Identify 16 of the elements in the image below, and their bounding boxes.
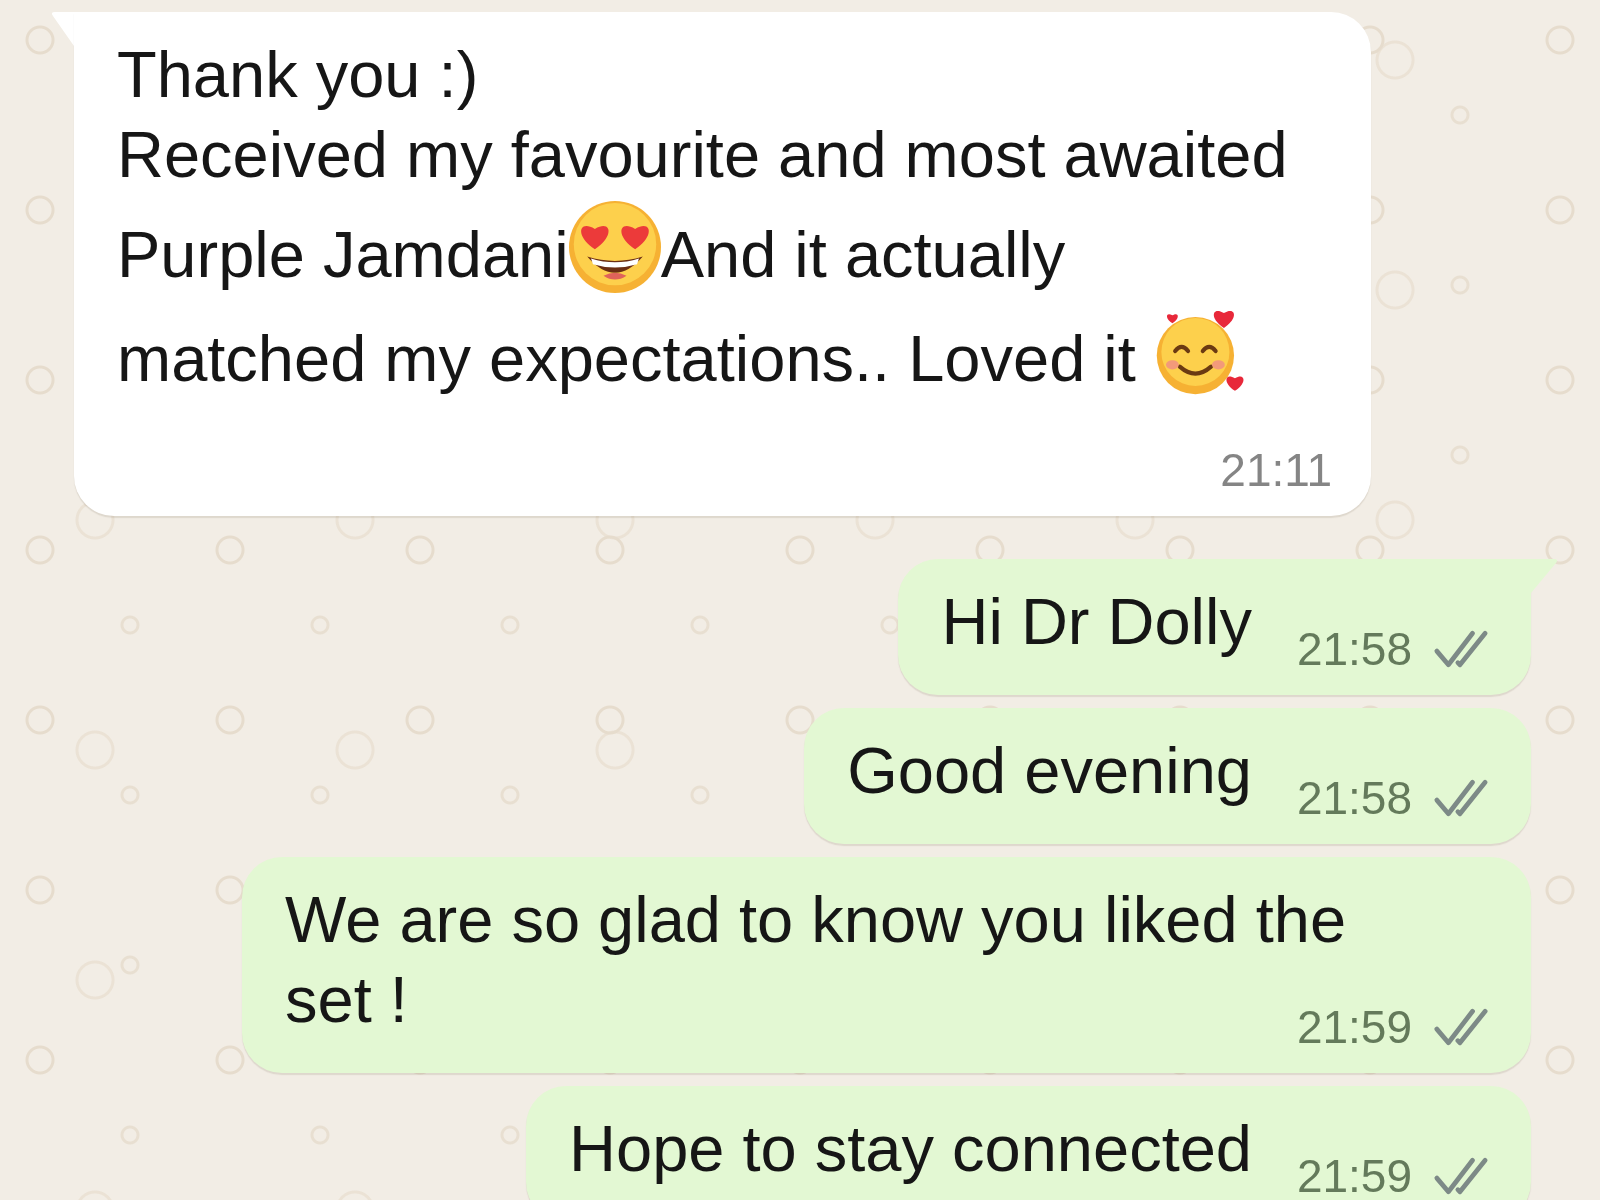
message-text: And it actually xyxy=(660,218,1066,291)
message-text: set ! xyxy=(285,963,408,1036)
message-time: 21:58 xyxy=(1296,626,1412,672)
message-time: 21:59 xyxy=(1296,1153,1412,1199)
heart-eyes-face-icon xyxy=(568,201,661,293)
message-text: Hope to stay connected xyxy=(569,1112,1252,1185)
message-text: Purple Jamdani xyxy=(117,218,569,291)
message-time: 21:58 xyxy=(1296,775,1412,821)
message-text: Hi Dr Dolly xyxy=(941,585,1252,658)
message-text: Received my favourite and most awaited xyxy=(117,118,1288,191)
message-text: Thank you :) xyxy=(117,38,479,111)
message-text: matched my expectations.. Loved it xyxy=(117,322,1137,395)
message-time: 21:11 xyxy=(1220,447,1332,493)
message-time: 21:59 xyxy=(1296,1004,1412,1050)
message-text: We are so glad to know you liked the xyxy=(285,883,1347,956)
message-text: Good evening xyxy=(847,734,1252,807)
